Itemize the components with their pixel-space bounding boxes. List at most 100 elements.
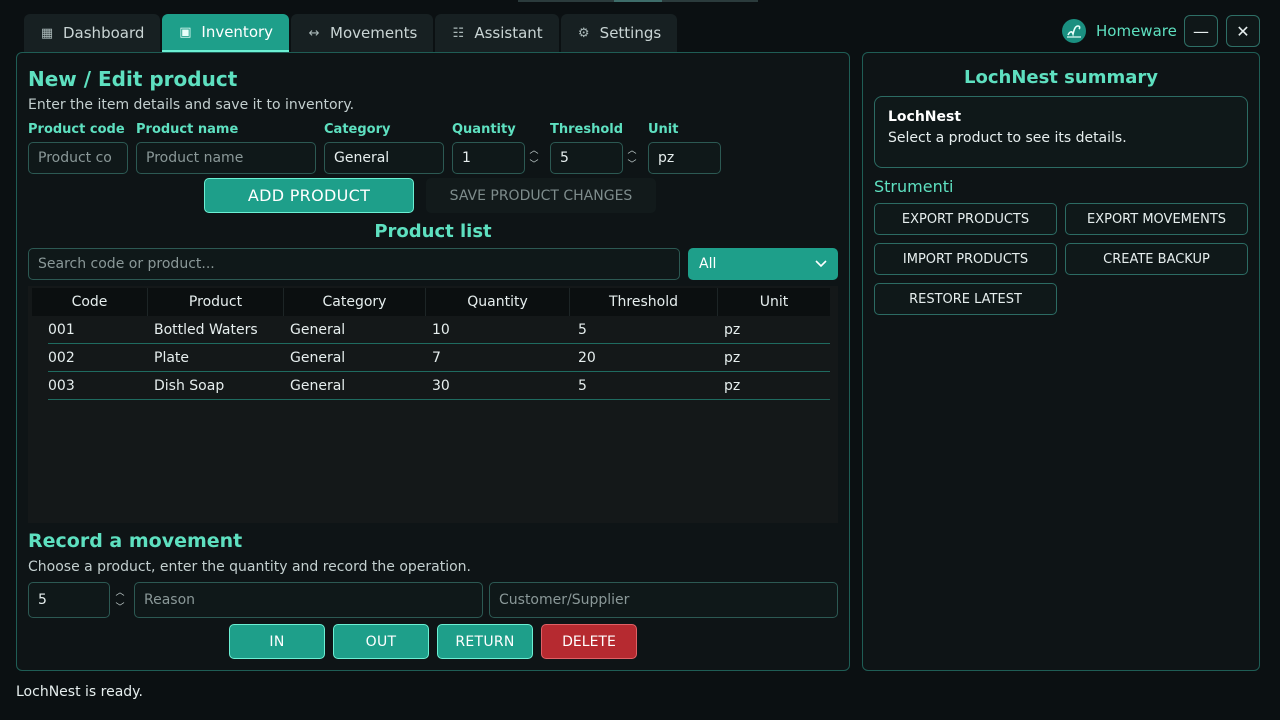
category-label: Category: [324, 122, 391, 137]
cell-code: 002: [48, 350, 75, 366]
cell-unit: pz: [724, 378, 741, 394]
gear-icon: ⚙: [577, 25, 590, 41]
create-backup-button[interactable]: CREATE BACKUP: [1065, 243, 1248, 275]
loch-ness-logo-icon: [1062, 19, 1086, 43]
top-bar-sliver-accent: [614, 0, 662, 2]
tab-assistant[interactable]: ☷ Assistant: [435, 14, 559, 52]
column-header-product[interactable]: Product: [148, 288, 284, 316]
movement-quantity-stepper[interactable]: 5: [28, 582, 110, 618]
cell-threshold: 5: [578, 378, 587, 394]
brand: Homeware: [1062, 18, 1177, 44]
column-header-unit[interactable]: Unit: [718, 288, 830, 316]
cell-quantity: 10: [432, 322, 450, 338]
column-header-quantity[interactable]: Quantity: [426, 288, 570, 316]
cell-product: Dish Soap: [154, 378, 225, 394]
close-button[interactable]: ✕: [1226, 15, 1260, 47]
tab-label: Assistant: [474, 24, 543, 42]
workspace-name: Homeware: [1096, 22, 1177, 40]
summary-title: LochNest summary: [964, 67, 1158, 88]
cell-quantity: 30: [432, 378, 450, 394]
table-row[interactable]: 002 Plate General 7 20 pz: [48, 344, 830, 372]
tab-label: Movements: [330, 24, 418, 42]
tab-inventory[interactable]: ▣ Inventory: [162, 14, 290, 52]
table-row[interactable]: 003 Dish Soap General 30 5 pz: [48, 372, 830, 400]
cell-unit: pz: [724, 322, 741, 338]
product-code-input[interactable]: [28, 142, 128, 174]
movement-out-button[interactable]: OUT: [333, 624, 429, 659]
summary-card-text: Select a product to see its details.: [888, 130, 1127, 146]
threshold-label: Threshold: [550, 122, 624, 137]
save-product-changes-button[interactable]: SAVE PRODUCT CHANGES: [426, 178, 656, 213]
minimize-icon: —: [1193, 21, 1209, 41]
table-header: Code Product Category Quantity Threshold…: [32, 288, 830, 316]
cell-code: 003: [48, 378, 75, 394]
product-form-subtitle: Enter the item details and save it to in…: [28, 97, 355, 113]
tab-label: Settings: [599, 24, 662, 42]
movement-return-button[interactable]: RETURN: [437, 624, 533, 659]
summary-card: LochNest Select a product to see its det…: [874, 96, 1248, 168]
threshold-increment-icon[interactable]: ︿: [626, 146, 638, 156]
arrows-icon: ↔: [308, 25, 320, 41]
quantity-stepper[interactable]: 1: [452, 142, 525, 174]
tab-bar: ▦ Dashboard ▣ Inventory ↔ Movements ☷ As…: [24, 14, 679, 52]
box-icon: ▣: [179, 24, 192, 40]
cell-product: Plate: [154, 350, 190, 366]
status-message: LochNest is ready.: [16, 684, 143, 700]
search-input[interactable]: [28, 248, 680, 280]
column-header-code[interactable]: Code: [32, 288, 148, 316]
cell-code: 001: [48, 322, 75, 338]
cell-threshold: 5: [578, 322, 587, 338]
unit-label: Unit: [648, 122, 679, 137]
export-movements-button[interactable]: EXPORT MOVEMENTS: [1065, 203, 1248, 235]
tab-dashboard[interactable]: ▦ Dashboard: [24, 14, 161, 52]
cell-quantity: 7: [432, 350, 441, 366]
cell-category: General: [290, 378, 346, 394]
product-table: Code Product Category Quantity Threshold…: [28, 286, 838, 523]
quantity-decrement-icon[interactable]: ﹀: [528, 160, 540, 170]
movement-subtitle: Choose a product, enter the quantity and…: [28, 559, 472, 575]
product-list-title: Product list: [374, 221, 492, 242]
category-filter-value: All: [699, 256, 717, 272]
tools-title: Strumenti: [874, 177, 954, 196]
quantity-label: Quantity: [452, 122, 516, 137]
close-icon: ✕: [1236, 21, 1250, 41]
table-row[interactable]: 001 Bottled Waters General 10 5 pz: [48, 316, 830, 344]
threshold-stepper[interactable]: 5: [550, 142, 623, 174]
tab-label: Dashboard: [63, 24, 145, 42]
top-bar-sliver: [662, 0, 758, 2]
category-input[interactable]: General: [324, 142, 444, 174]
chevron-down-icon: [815, 260, 827, 268]
cell-category: General: [290, 350, 346, 366]
unit-input[interactable]: pz: [648, 142, 721, 174]
movement-quantity-decrement-icon[interactable]: ﹀: [114, 603, 126, 613]
movement-quantity-increment-icon[interactable]: ︿: [114, 588, 126, 598]
export-products-button[interactable]: EXPORT PRODUCTS: [874, 203, 1057, 235]
cell-category: General: [290, 322, 346, 338]
cell-threshold: 20: [578, 350, 596, 366]
threshold-decrement-icon[interactable]: ﹀: [626, 160, 638, 170]
category-filter-select[interactable]: All: [688, 248, 838, 280]
movement-in-button[interactable]: IN: [229, 624, 325, 659]
tab-label: Inventory: [201, 23, 274, 41]
customer-supplier-input[interactable]: [489, 582, 838, 618]
product-form-title: New / Edit product: [28, 67, 238, 91]
product-code-label: Product code: [28, 122, 125, 137]
summary-card-title: LochNest: [888, 109, 962, 125]
cell-product: Bottled Waters: [154, 322, 258, 338]
cell-unit: pz: [724, 350, 741, 366]
import-products-button[interactable]: IMPORT PRODUCTS: [874, 243, 1057, 275]
grid-icon: ▦: [40, 25, 54, 41]
tab-settings[interactable]: ⚙ Settings: [560, 14, 678, 52]
delete-button[interactable]: DELETE: [541, 624, 637, 659]
column-header-category[interactable]: Category: [284, 288, 426, 316]
column-header-threshold[interactable]: Threshold: [570, 288, 718, 316]
restore-latest-button[interactable]: RESTORE LATEST: [874, 283, 1057, 315]
tab-movements[interactable]: ↔ Movements: [291, 14, 434, 52]
quantity-increment-icon[interactable]: ︿: [528, 146, 540, 156]
product-name-input[interactable]: [136, 142, 316, 174]
reason-input[interactable]: [134, 582, 483, 618]
movement-title: Record a movement: [28, 530, 243, 552]
minimize-button[interactable]: —: [1184, 15, 1218, 47]
top-bar-sliver: [518, 0, 614, 2]
add-product-button[interactable]: ADD PRODUCT: [204, 178, 414, 213]
